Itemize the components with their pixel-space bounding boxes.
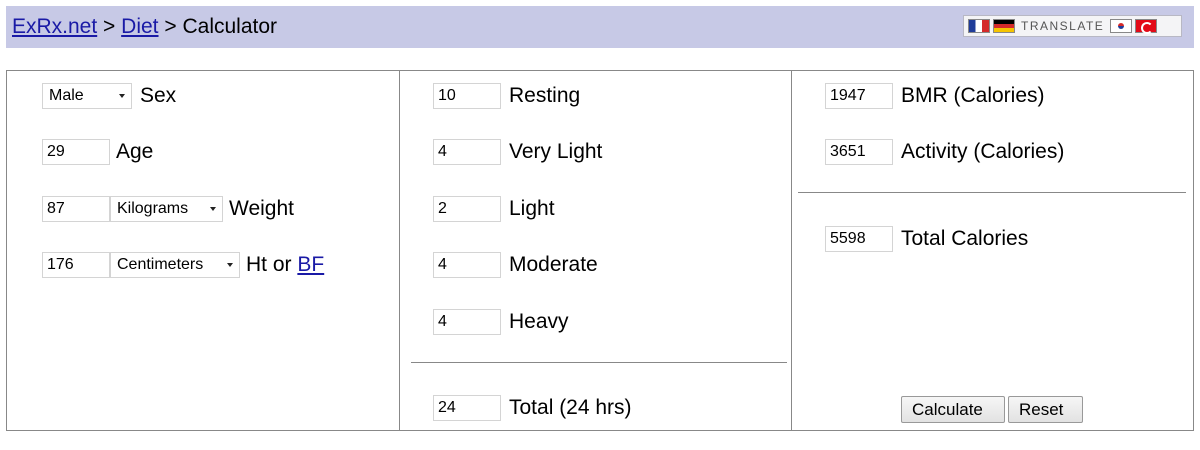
profile-column: Male Sex 29 Age 87 Kilograms Weight 176 … [7,71,400,430]
chevron-down-icon [210,207,216,211]
very-light-row: 4 Very Light [433,138,602,166]
sex-row: Male Sex [42,82,176,110]
results-column: 1947 BMR (Calories) 3651 Activity (Calor… [792,71,1193,430]
height-label-text: Ht or [246,253,292,276]
breadcrumb-current-page: Calculator [182,15,278,38]
breadcrumb-separator: > [103,15,116,38]
translate-label[interactable]: TRANSLATE [1018,19,1107,33]
activity-calories-input[interactable]: 3651 [825,139,893,165]
height-label: Ht or BF [246,253,324,277]
weight-unit-select[interactable]: Kilograms [110,196,223,222]
age-label: Age [116,140,154,163]
results-divider [798,192,1186,193]
activity-calories-label: Activity (Calories) [901,140,1065,163]
resting-label: Resting [509,84,581,107]
height-unit-select[interactable]: Centimeters [110,252,240,278]
reset-button[interactable]: Reset [1008,395,1083,423]
calculate-button[interactable]: Calculate [901,395,1005,423]
height-row: 176 Centimeters Ht or BF [42,251,324,279]
heavy-label: Heavy [509,310,569,333]
activity-divider [411,362,787,363]
action-buttons: Calculate Reset [901,395,1083,423]
france-flag-icon[interactable] [968,19,990,33]
breadcrumb-diet-link[interactable]: Diet [121,15,158,38]
bmr-row: 1947 BMR (Calories) [825,82,1045,110]
sex-select[interactable]: Male [42,83,132,109]
light-row: 2 Light [433,195,555,223]
very-light-label: Very Light [509,140,603,163]
bmr-label: BMR (Calories) [901,84,1045,107]
age-input[interactable]: 29 [42,139,110,165]
light-label: Light [509,197,555,220]
total-hours-row: 24 Total (24 hrs) [433,394,632,422]
breadcrumb-home-link[interactable]: ExRx.net [12,15,97,38]
resting-hours-input[interactable]: 10 [433,83,501,109]
heavy-hours-input[interactable]: 4 [433,309,501,335]
total-hours-input[interactable]: 24 [433,395,501,421]
activity-calories-row: 3651 Activity (Calories) [825,138,1064,166]
bf-link[interactable]: BF [297,253,324,276]
height-input[interactable]: 176 [42,252,110,278]
weight-input[interactable]: 87 [42,196,110,222]
calorie-calculator: Male Sex 29 Age 87 Kilograms Weight 176 … [6,70,1194,431]
weight-label: Weight [229,197,294,220]
total-calories-row: 5598 Total Calories [825,225,1028,253]
total-hours-label: Total (24 hrs) [509,396,632,419]
korea-flag-icon[interactable] [1110,19,1133,33]
moderate-row: 4 Moderate [433,251,598,279]
sex-select-value: Male [49,87,84,104]
heavy-row: 4 Heavy [433,308,569,336]
sex-label: Sex [140,84,177,107]
total-calories-label: Total Calories [901,227,1029,250]
breadcrumb-separator: > [164,15,177,38]
moderate-label: Moderate [509,253,598,276]
breadcrumb: ExRx.net > Diet > Calculator [12,15,277,39]
chevron-down-icon [119,94,125,98]
germany-flag-icon[interactable] [993,19,1015,33]
weight-row: 87 Kilograms Weight [42,195,294,223]
activity-column: 10 Resting 4 Very Light 2 Light 4 Modera… [400,71,792,430]
very-light-hours-input[interactable]: 4 [433,139,501,165]
chevron-down-icon [227,263,233,267]
turkey-flag-icon[interactable] [1135,19,1158,34]
resting-row: 10 Resting [433,82,580,110]
weight-unit-value: Kilograms [117,200,189,217]
bmr-calories-input[interactable]: 1947 [825,83,893,109]
moderate-hours-input[interactable]: 4 [433,252,501,278]
age-row: 29 Age [42,138,153,166]
light-hours-input[interactable]: 2 [433,196,501,222]
total-calories-input[interactable]: 5598 [825,226,893,252]
translate-widget: TRANSLATE [963,15,1182,37]
header-bar: ExRx.net > Diet > Calculator TRANSLATE [6,6,1194,48]
height-unit-value: Centimeters [117,256,204,273]
